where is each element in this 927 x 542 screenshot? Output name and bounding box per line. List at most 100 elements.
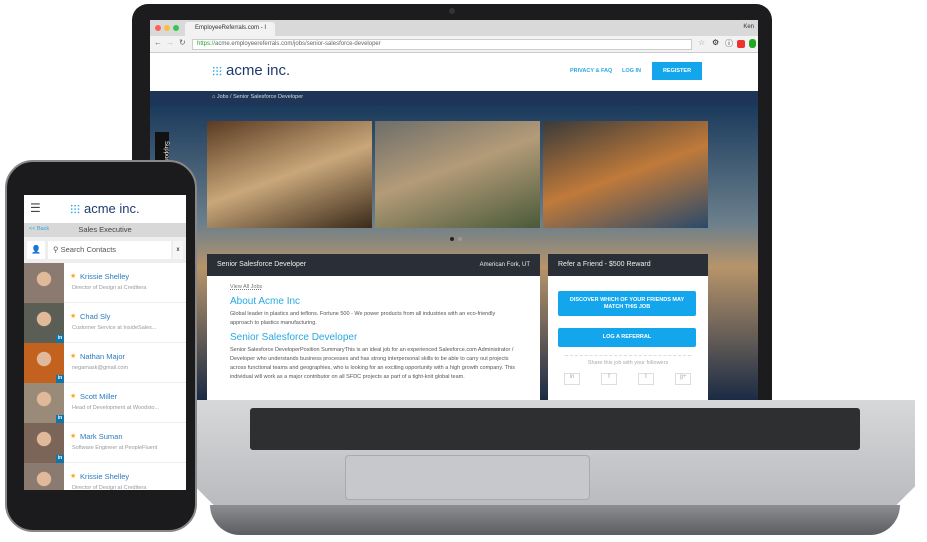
- search-contacts-input[interactable]: ⚲ Search Contacts: [48, 241, 171, 259]
- star-icon[interactable]: ★: [70, 392, 76, 400]
- acme-logo[interactable]: acme inc.: [212, 62, 290, 79]
- contact-title: Software Engineer at PeopleFluent: [72, 445, 158, 451]
- star-icon[interactable]: ★: [70, 432, 76, 440]
- role-heading: Senior Salesforce Developer: [230, 332, 358, 343]
- contact-title: Customer Service at InsideSales...: [72, 325, 157, 331]
- star-icon[interactable]: ★: [70, 312, 76, 320]
- phone-header: ☰ acme inc.: [24, 195, 186, 223]
- contact-item[interactable]: in ★ Nathan Major negamask@gmail.com: [24, 343, 186, 383]
- url-path: acme.employeereferrals.com/jobs/senior-s…: [215, 41, 381, 47]
- laptop-base-front: [210, 505, 900, 535]
- extension-icon[interactable]: [749, 39, 756, 48]
- contact-name[interactable]: Krissie Shelley: [80, 472, 129, 481]
- avatar: [24, 463, 64, 490]
- star-icon[interactable]: ★: [70, 272, 76, 280]
- contact-title: Director of Design at Creditera: [72, 285, 147, 291]
- logo-dots-icon: [70, 204, 80, 214]
- register-button[interactable]: REGISTER: [652, 62, 702, 80]
- contact-name[interactable]: Chad Sly: [80, 312, 110, 321]
- address-bar[interactable]: https://acme.employeereferrals.com/jobs/…: [192, 39, 692, 50]
- contact-name[interactable]: Mark Suman: [80, 432, 123, 441]
- phone-subheader: << Back Sales Executive: [24, 223, 186, 237]
- linkedin-icon: in: [56, 375, 64, 383]
- avatar: in: [24, 423, 64, 463]
- browser-toolbar: ← → ↻ https://acme.employeereferrals.com…: [150, 36, 758, 53]
- avatar: in: [24, 303, 64, 343]
- browser-user[interactable]: Ken: [743, 24, 754, 30]
- linkedin-icon: in: [56, 335, 64, 343]
- star-icon[interactable]: ★: [70, 472, 76, 480]
- googleplus-share-icon[interactable]: g+: [675, 373, 691, 385]
- carousel-dot-active[interactable]: [450, 237, 454, 241]
- laptop-trackpad: [345, 455, 590, 500]
- contact-title: Director of Design at Creditera: [72, 485, 147, 490]
- url-scheme: https://: [197, 41, 216, 47]
- privacy-faq-link[interactable]: PRIVACY & FAQ: [570, 68, 612, 74]
- linkedin-share-icon[interactable]: in: [564, 373, 580, 385]
- contact-name[interactable]: Krissie Shelley: [80, 272, 129, 281]
- twitter-share-icon[interactable]: t: [638, 373, 654, 385]
- reload-icon[interactable]: ↻: [179, 38, 186, 47]
- contact-item[interactable]: in ★ Mark Suman Software Engineer at Peo…: [24, 423, 186, 463]
- phone-acme-logo: acme inc.: [70, 201, 140, 216]
- back-arrow-icon[interactable]: ←: [154, 38, 162, 47]
- contact-item[interactable]: in ★ Scott Miller Head of Development at…: [24, 383, 186, 423]
- refer-card: Refer a Friend - $500 Reward DISCOVER WH…: [548, 254, 708, 400]
- linkedin-icon: in: [56, 455, 64, 463]
- login-link[interactable]: LOG IN: [622, 68, 641, 74]
- view-all-jobs-link[interactable]: View All Jobs: [230, 283, 517, 292]
- office-photo-3: [543, 121, 708, 228]
- browser-tab[interactable]: EmployeeReferrals.com - I: [185, 22, 275, 36]
- job-card-header: Senior Salesforce Developer American Fork…: [207, 254, 540, 276]
- job-card: Senior Salesforce Developer American Fork…: [207, 254, 540, 400]
- contact-item[interactable]: ★ Krissie Shelley Director of Design at …: [24, 263, 186, 303]
- role-text: Senior Salesforce DeveloperPosition Summ…: [230, 347, 516, 380]
- about-heading: About Acme Inc: [230, 296, 301, 307]
- linkedin-icon: in: [56, 415, 64, 423]
- clear-search-button[interactable]: x: [173, 241, 183, 259]
- share-label: Share this job with your followers: [587, 360, 669, 366]
- breadcrumb-current: Senior Salesforce Developer: [233, 94, 304, 100]
- contact-item[interactable]: in ★ Chad Sly Customer Service at Inside…: [24, 303, 186, 343]
- contact-item[interactable]: ★ Krissie Shelley Director of Design at …: [24, 463, 186, 490]
- menu-icon[interactable]: ☰: [30, 201, 41, 215]
- settings-icon[interactable]: ⚙: [712, 38, 719, 47]
- browser-tab-bar: EmployeeReferrals.com - I Ken: [150, 20, 758, 36]
- camera-extension-icon[interactable]: [737, 40, 745, 48]
- job-title: Senior Salesforce Developer: [217, 261, 307, 268]
- laptop-keyboard: [250, 408, 860, 450]
- contact-name[interactable]: Nathan Major: [80, 352, 125, 361]
- avatar: in: [24, 343, 64, 383]
- laptop-screen: EmployeeReferrals.com - I Ken ← → ↻ http…: [150, 20, 758, 400]
- maximize-window-button[interactable]: [173, 25, 179, 31]
- back-link[interactable]: << Back: [29, 226, 49, 232]
- close-window-button[interactable]: [155, 25, 161, 31]
- logo-text: acme inc.: [84, 201, 140, 216]
- star-icon[interactable]: ★: [70, 352, 76, 360]
- breadcrumb-jobs[interactable]: Jobs: [217, 94, 229, 100]
- logo-text: acme inc.: [226, 62, 291, 79]
- search-icon: ⚲: [53, 245, 59, 254]
- bookmark-star-icon[interactable]: ☆: [698, 38, 705, 47]
- site-header: acme inc. PRIVACY & FAQ LOG IN REGISTER: [150, 53, 758, 91]
- avatar: in: [24, 383, 64, 423]
- laptop-camera: [449, 8, 455, 14]
- add-contact-icon[interactable]: 👤: [27, 241, 45, 259]
- info-icon[interactable]: ⓘ: [725, 38, 733, 49]
- breadcrumb: ⌂ Jobs / Senior Salesforce Developer: [150, 91, 758, 105]
- office-photo-2: [375, 121, 540, 228]
- logo-dots-icon: [212, 66, 222, 76]
- contact-title: negamask@gmail.com: [72, 365, 129, 371]
- divider: [565, 355, 691, 356]
- contact-name[interactable]: Scott Miller: [80, 392, 117, 401]
- carousel-dot[interactable]: [458, 237, 462, 241]
- forward-arrow-icon[interactable]: →: [166, 38, 174, 47]
- refer-card-header: Refer a Friend - $500 Reward: [548, 254, 708, 276]
- minimize-window-button[interactable]: [164, 25, 170, 31]
- phone-screen: ☰ acme inc. << Back Sales Executive 👤 ⚲ …: [24, 195, 186, 490]
- search-placeholder: Search Contacts: [60, 245, 117, 254]
- facebook-share-icon[interactable]: f: [601, 373, 617, 385]
- job-location: American Fork, UT: [479, 262, 530, 268]
- discover-friends-button[interactable]: DISCOVER WHICH OF YOUR FRIENDS MAY MATCH…: [558, 291, 696, 316]
- log-referral-button[interactable]: LOG A REFERRAL: [558, 328, 696, 347]
